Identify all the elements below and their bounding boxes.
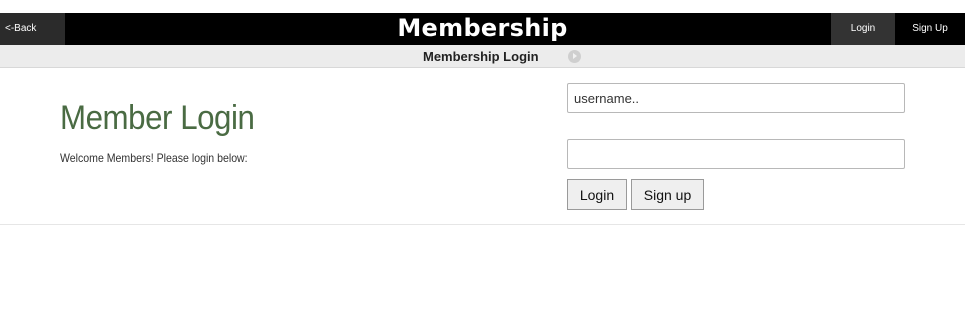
header-signup-button[interactable]: Sign Up	[895, 13, 965, 45]
circle-arrow-right-icon[interactable]	[568, 50, 581, 63]
signup-button[interactable]: Sign up	[631, 179, 704, 210]
app-title: Membership	[397, 14, 568, 42]
page: <-Back Membership Login Sign Up Membersh…	[0, 0, 965, 327]
header-login-button[interactable]: Login	[831, 13, 895, 45]
top-bar: <-Back Membership Login Sign Up	[0, 13, 965, 45]
login-button[interactable]: Login	[567, 179, 627, 210]
sub-header-bar: Membership Login	[0, 45, 965, 68]
username-input[interactable]	[567, 83, 905, 113]
page-heading: Member Login	[60, 99, 255, 137]
welcome-text: Welcome Members! Please login below:	[60, 151, 248, 165]
content-divider	[0, 224, 965, 225]
password-input[interactable]	[567, 139, 905, 169]
sub-header-title: Membership Login	[423, 49, 539, 64]
